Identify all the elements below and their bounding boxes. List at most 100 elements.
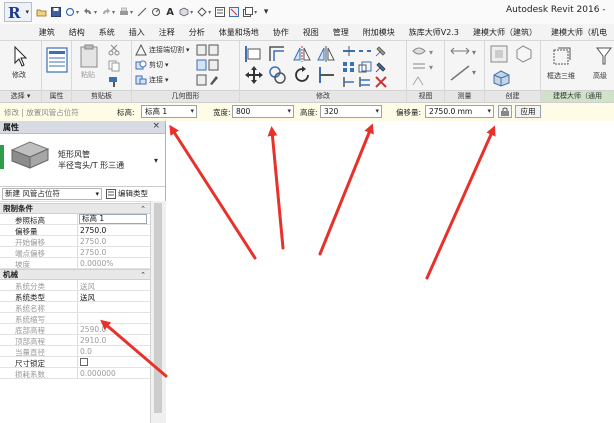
rotate-icon[interactable] <box>292 65 312 85</box>
thin-lines-icon[interactable] <box>215 5 226 19</box>
copy-icon[interactable] <box>108 60 120 72</box>
tab-bim-master-arch[interactable]: 建模大师（建筑） <box>466 27 544 38</box>
hide-icon[interactable]: ▾ <box>411 45 439 57</box>
move-icon[interactable] <box>244 65 264 85</box>
cut-geometry-button[interactable]: 剪切 ▾ <box>135 59 169 71</box>
tab-structure[interactable]: 结构 <box>62 27 92 38</box>
offset-property-value[interactable]: 2750.0 <box>80 226 106 235</box>
tab-analyze[interactable]: 分析 <box>182 27 212 38</box>
text-A-icon[interactable]: A <box>165 5 175 19</box>
split-element-icon[interactable] <box>342 45 356 57</box>
advanced-filter-icon[interactable] <box>596 45 612 67</box>
revit-app-menu-button[interactable]: R ▾ <box>4 2 32 22</box>
tab-systems[interactable]: 系统 <box>92 27 122 38</box>
instance-filter-dropdown[interactable]: 新建 风管占位符 ▾ <box>2 188 102 200</box>
paste-button[interactable]: 粘贴 <box>81 70 95 80</box>
reference-level-value[interactable]: 标高 1 <box>79 214 147 224</box>
unpin-icon[interactable] <box>374 45 388 57</box>
tab-annotate[interactable]: 注释 <box>152 27 182 38</box>
split-face-icon[interactable] <box>196 59 220 71</box>
match-properties-icon[interactable] <box>108 75 120 87</box>
apply-button[interactable]: 应用 <box>515 105 541 118</box>
wall-joins-icon[interactable] <box>196 44 220 56</box>
property-row[interactable]: 偏移量 2750.0 <box>0 225 150 236</box>
array-icon[interactable] <box>342 61 356 73</box>
tab-family-library[interactable]: 族库大师V2.3 <box>402 27 466 38</box>
tab-manage[interactable]: 管理 <box>326 27 356 38</box>
create-parts-icon[interactable] <box>513 44 535 64</box>
redo-icon[interactable] <box>101 5 115 19</box>
view-panel: ▾ ▾ 视图 <box>407 41 445 102</box>
paste-icon[interactable] <box>78 44 104 68</box>
chevron-down-icon: ▾ <box>190 107 194 115</box>
open-icon[interactable] <box>36 5 47 19</box>
offset-icon[interactable] <box>268 45 288 63</box>
customize-icon[interactable]: ▾ <box>261 5 271 19</box>
3d-view-icon[interactable] <box>179 5 193 19</box>
copy-element-icon[interactable] <box>268 65 288 85</box>
frame-3d-icon[interactable] <box>551 45 573 67</box>
align-icon[interactable] <box>244 45 264 63</box>
group-constraints[interactable]: 限制条件 ⌃ <box>0 203 150 214</box>
scale-icon[interactable] <box>358 61 372 73</box>
properties-scrollbar[interactable] <box>150 201 166 423</box>
duct-thumbnail-icon <box>10 141 50 169</box>
sync-icon[interactable] <box>65 5 79 19</box>
tab-collaborate[interactable]: 协作 <box>266 27 296 38</box>
override-graphics-icon[interactable]: ▾ <box>411 60 439 72</box>
group-mechanical[interactable]: 机械 ⌃ <box>0 269 150 280</box>
property-row[interactable]: 尺寸锁定 <box>0 357 150 368</box>
delete-icon[interactable] <box>374 76 388 88</box>
trim-multiple-icon[interactable] <box>358 76 372 88</box>
width-dropdown[interactable]: 800 ▾ <box>232 105 294 118</box>
linework-icon[interactable] <box>411 75 425 87</box>
pin-icon[interactable] <box>374 61 388 73</box>
select-panel-label[interactable]: 选择 ▾ <box>0 90 41 102</box>
size-lock-checkbox[interactable] <box>80 358 88 368</box>
mirror-axis-icon[interactable] <box>292 45 312 63</box>
tab-massing-site[interactable]: 体量和场地 <box>212 27 266 38</box>
tab-architecture[interactable]: 建筑 <box>32 27 62 38</box>
offset-dropdown[interactable]: 2750.0 mm ▾ <box>425 105 494 118</box>
frame-3d-button[interactable]: 框选三维 <box>547 71 575 81</box>
cut-icon[interactable] <box>108 44 120 56</box>
scrollbar-thumb[interactable] <box>154 203 162 413</box>
properties-icon[interactable] <box>45 47 71 73</box>
property-row[interactable]: 参照标高 标高 1 <box>0 214 150 225</box>
type-selector[interactable]: 矩形风管 半径弯头/T 形三通 ▾ <box>0 134 165 187</box>
paint-icon[interactable] <box>196 74 220 86</box>
trim-extend-icon[interactable] <box>316 65 336 85</box>
aligned-dimension-icon[interactable]: ▾ <box>449 63 479 83</box>
property-row[interactable]: 系统类型 送风 <box>0 291 150 302</box>
height-dropdown[interactable]: 320 ▾ <box>320 105 382 118</box>
print-icon[interactable] <box>119 5 133 19</box>
close-windows-icon[interactable] <box>229 5 240 19</box>
tab-addins[interactable]: 附加模块 <box>356 27 402 38</box>
dimension-icon[interactable] <box>151 5 161 19</box>
trim-single-icon[interactable] <box>342 76 356 88</box>
undo-icon[interactable] <box>83 5 97 19</box>
cope-button[interactable]: 连接端切割 ▾ <box>135 43 190 56</box>
create-assembly-icon[interactable] <box>489 44 509 64</box>
tab-insert[interactable]: 插入 <box>122 27 152 38</box>
chevron-down-icon[interactable]: ▾ <box>154 156 158 165</box>
join-button[interactable]: 连接 ▾ <box>135 74 169 86</box>
advanced-button[interactable]: 高级 <box>593 71 607 81</box>
modify-button[interactable]: 修改 <box>12 70 26 80</box>
save-icon[interactable] <box>51 5 61 19</box>
measure-between-icon[interactable]: ▾ <box>449 45 479 57</box>
switch-windows-icon[interactable] <box>243 5 257 19</box>
modify-cursor-icon[interactable] <box>8 45 34 69</box>
lock-offset-icon[interactable] <box>498 105 512 118</box>
split-gap-icon[interactable] <box>358 45 372 57</box>
tab-bim-master-mep[interactable]: 建模大师（机电 <box>544 27 614 38</box>
edit-type-button[interactable]: 编辑类型 <box>106 188 148 200</box>
level-dropdown[interactable]: 标高 1 ▾ <box>141 105 197 118</box>
create-group-icon[interactable] <box>491 69 521 87</box>
drawing-canvas[interactable] <box>166 121 614 423</box>
section-icon[interactable] <box>197 5 211 19</box>
measure-icon[interactable] <box>137 5 147 19</box>
close-icon[interactable]: × <box>152 121 160 131</box>
tab-view[interactable]: 视图 <box>296 27 326 38</box>
mirror-draw-icon[interactable] <box>316 45 336 63</box>
